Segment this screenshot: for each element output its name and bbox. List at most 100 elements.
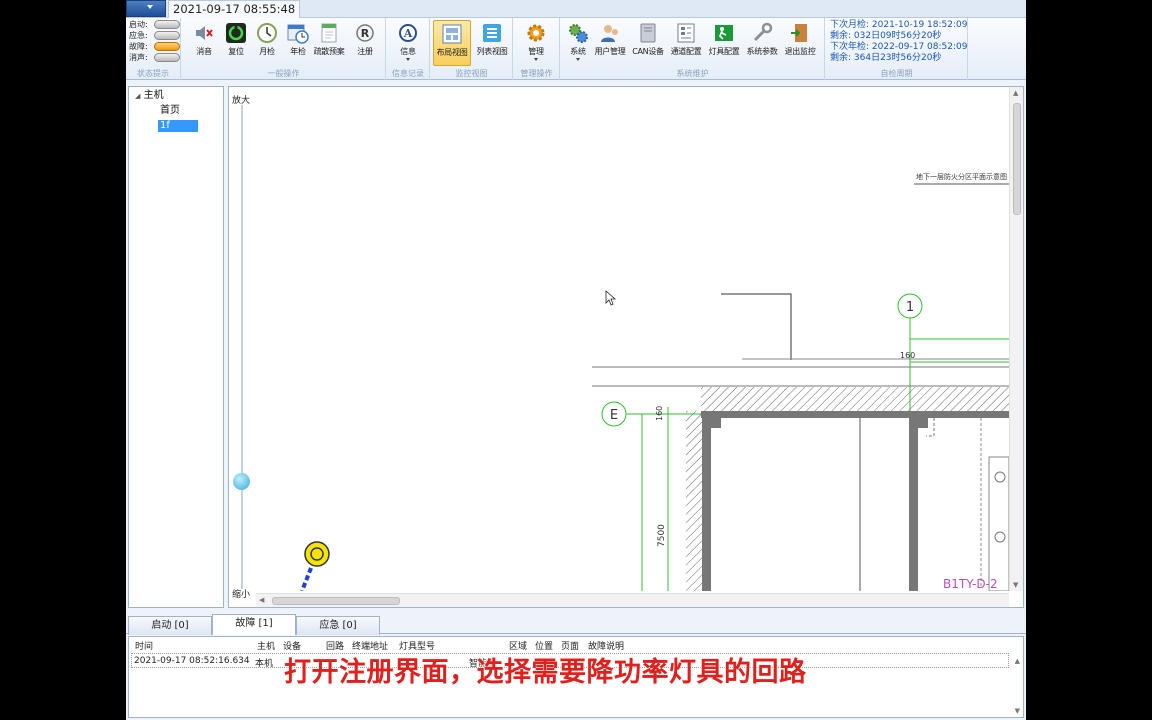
exit-sign-icon	[715, 25, 733, 41]
zoom-out-label[interactable]: 缩小	[232, 587, 250, 600]
horizontal-scroll-thumb[interactable]	[272, 597, 400, 605]
dim-7500: 7500	[657, 524, 667, 547]
exit-door-icon	[791, 24, 807, 42]
ribbon-toolbar: 启动: 应急: 故障: 消声: 状态提示 消音 复位 月检 年检 疏散预案 R …	[126, 18, 1026, 80]
system-button[interactable]: 系统	[561, 20, 595, 62]
mute-button[interactable]: 消音	[187, 20, 221, 62]
tree-item-1f[interactable]: 1f	[158, 120, 198, 132]
drawing-title: 地下一层防火分区平面示意图	[916, 172, 1007, 181]
status-fault: 故障:	[129, 41, 180, 52]
document-icon	[321, 23, 337, 43]
monthly-remaining: 剩余: 032日09时56分20秒	[830, 31, 942, 41]
monthly-check-button[interactable]: 月检	[250, 20, 284, 62]
dim-160-vertical: 160	[655, 406, 664, 421]
scroll-up-icon[interactable]: ▲	[1013, 89, 1018, 97]
datetime-tab[interactable]: 2021-09-17 08:55:48	[168, 0, 301, 18]
dropdown-arrow-icon	[406, 58, 410, 61]
vertical-scrollbar[interactable]: ▲ ▼	[1009, 87, 1023, 591]
collapse-triangle-icon[interactable]: ◢	[135, 92, 140, 100]
manage-ops-label: 管理操作	[520, 69, 553, 78]
circuit-link-line	[300, 567, 313, 591]
column-cap	[918, 418, 928, 428]
status-silence: 消声:	[129, 52, 180, 63]
scroll-left-icon[interactable]: ◀	[259, 596, 264, 604]
self-check-info: 下次月检: 2021-10-19 18:52:09 剩余: 032日09时56分…	[830, 20, 970, 64]
tree-item-home[interactable]: 首页	[160, 105, 180, 117]
app-menu-button[interactable]	[126, 0, 166, 17]
axis-label-e: E	[610, 408, 618, 423]
status-start: 启动:	[129, 19, 180, 30]
concrete-slab	[701, 411, 1009, 418]
info-pen-icon: A	[399, 24, 417, 42]
exit-monitor-button[interactable]: 退出监控	[783, 20, 817, 62]
column-cap	[711, 418, 721, 428]
zoom-thumb[interactable]	[233, 473, 250, 490]
tree-root[interactable]: ◢ 主机	[135, 90, 164, 102]
annual-check-button[interactable]: 年检	[281, 20, 315, 62]
can-device-icon	[640, 23, 656, 43]
register-button[interactable]: R 注册	[348, 20, 382, 62]
dropdown-arrow-icon	[576, 58, 580, 61]
light-tag-label[interactable]: B1TY-D-2	[943, 577, 998, 591]
system-gears-icon	[569, 24, 588, 43]
fault-lamp	[154, 42, 180, 51]
list-view-button[interactable]: 列表视图	[473, 20, 511, 62]
reset-button[interactable]: 复位	[219, 20, 253, 62]
info-button[interactable]: A 信息	[391, 20, 425, 62]
channel-config-icon	[677, 23, 695, 43]
vertical-scroll-thumb[interactable]	[1013, 103, 1021, 215]
alarm-tabs: 启动 [0] 故障 [1] 应急 [0]	[126, 614, 1026, 635]
can-device-button[interactable]: CAN设备	[631, 20, 665, 62]
emergency-lamp	[154, 31, 180, 40]
annual-remaining: 剩余: 364日23时56分20秒	[830, 53, 942, 63]
col-time[interactable]: 时间	[135, 639, 153, 652]
svg-text:A: A	[403, 27, 413, 40]
next-annual-check: 下次年检: 2022-09-17 08:52:09	[830, 42, 968, 52]
general-ops-label: 一般操作	[267, 69, 300, 78]
status-emergency: 应急:	[129, 30, 180, 41]
user-management-button[interactable]: 用户管理	[593, 20, 627, 62]
start-lamp	[154, 20, 180, 29]
zoom-track[interactable]	[241, 105, 243, 589]
col-host[interactable]: 主机	[257, 639, 275, 652]
general-ops-group: 消音 复位 月检 年检 疏散预案 R 注册 一般操作	[182, 18, 386, 80]
scroll-down-icon[interactable]: ▼	[1015, 707, 1020, 715]
axis-label-1: 1	[906, 300, 914, 315]
column-fill	[702, 418, 711, 591]
evacuation-plan-button[interactable]: 疏散预案	[312, 20, 346, 62]
scroll-down-icon[interactable]: ▼	[1013, 581, 1018, 589]
wrench-icon	[753, 22, 773, 42]
tab-emergency[interactable]: 应急 [0]	[296, 616, 380, 635]
status-group: 启动: 应急: 故障: 消声: 状态提示	[126, 18, 181, 80]
info-records-group: A 信息 信息记录	[387, 18, 430, 80]
horizontal-scrollbar[interactable]: ◀	[256, 593, 1009, 607]
tab-start[interactable]: 启动 [0]	[128, 616, 212, 635]
floor-plan-drawing[interactable]: 地下一层防火分区平面示意图 1 160 E 160 7500 B1TY-D-2	[256, 87, 1009, 591]
system-maint-group: 系统 用户管理 CAN设备 通道配置 灯具配置 系统参数 退出监控 系统维护	[561, 18, 825, 80]
cell-time: 2021-09-17 08:52:16.634	[134, 656, 250, 666]
system-params-button[interactable]: 系统参数	[745, 20, 779, 62]
chevron-down-icon	[147, 5, 153, 9]
svg-text:R: R	[361, 27, 370, 40]
dim-160-horizontal: 160	[900, 351, 915, 360]
light-config-button[interactable]: 灯具配置	[707, 20, 741, 62]
clock-icon	[257, 23, 277, 43]
monitor-view-group: 布局视图 列表视图 监控视图	[431, 18, 513, 80]
zoom-slider[interactable]: 放大 缩小	[229, 87, 255, 605]
equipment-outline	[988, 456, 1009, 591]
emergency-light-icon[interactable]	[304, 541, 330, 567]
scroll-up-icon[interactable]: ▲	[1015, 657, 1020, 665]
channel-config-button[interactable]: 通道配置	[669, 20, 703, 62]
manage-button[interactable]: 管理	[519, 20, 553, 62]
status-group-label: 状态提示	[137, 69, 169, 78]
silence-lamp	[154, 53, 180, 62]
fixture-symbol	[994, 471, 1006, 483]
layout-view-button[interactable]: 布局视图	[433, 20, 471, 66]
tab-fault[interactable]: 故障 [1]	[212, 614, 296, 635]
self-check-label: 自检周期	[880, 69, 913, 78]
wall-outline	[721, 293, 792, 360]
reset-icon	[226, 23, 246, 43]
next-monthly-check: 下次月检: 2021-10-19 18:52:09	[830, 20, 968, 30]
layout-view-icon	[442, 24, 462, 44]
hatched-column	[686, 411, 702, 591]
